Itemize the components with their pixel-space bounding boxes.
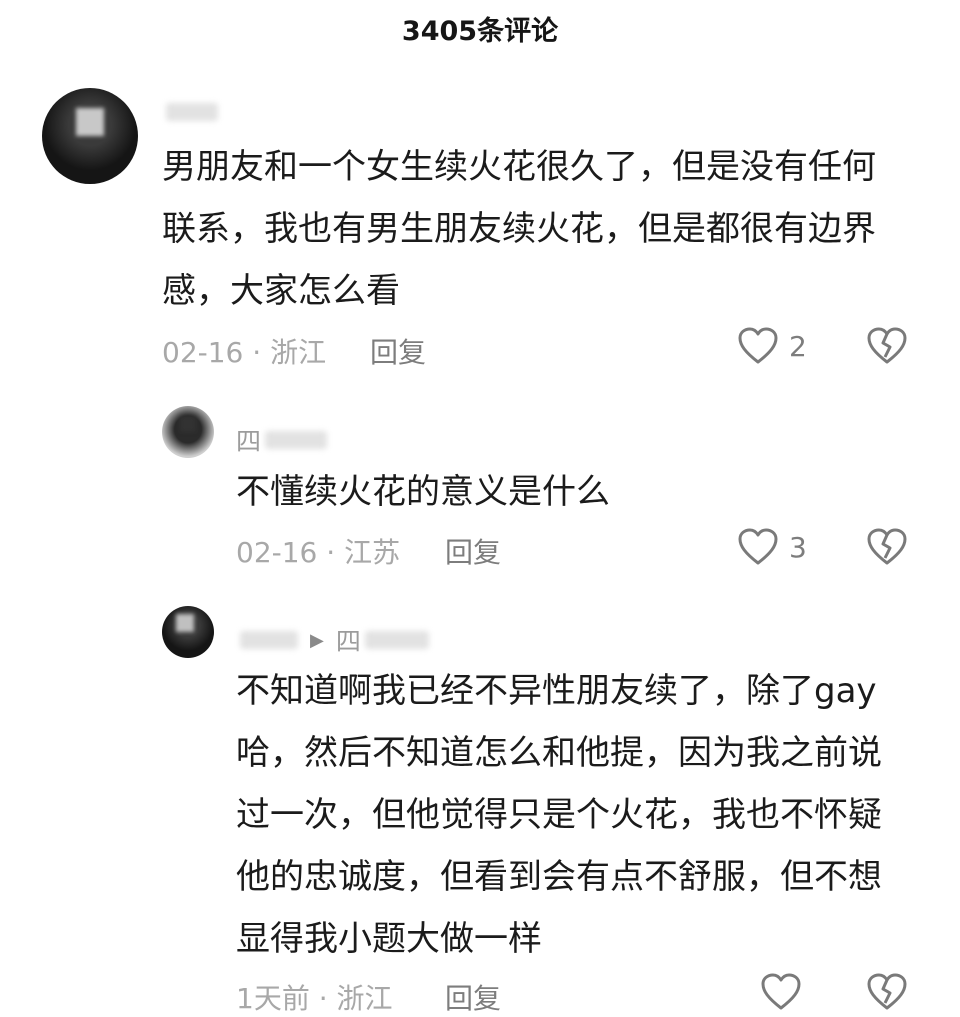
- comment-date: 02-16: [236, 536, 318, 569]
- reply-item: 四 不懂续火花的意义是什么 02-16 · 江苏 回复 3: [0, 400, 960, 600]
- comment-meta: 1天前 · 浙江: [236, 982, 393, 1015]
- username-mask: [166, 103, 218, 121]
- like-button[interactable]: [760, 972, 812, 1012]
- comment-text: 男朋友和一个女生续火花很久了，但是没有任何 联系，我也有男生朋友续火花，但是都很…: [162, 147, 876, 311]
- comment-location: 浙江: [270, 336, 327, 369]
- broken-heart-icon: [867, 528, 907, 565]
- heart-outline-icon: [738, 528, 778, 565]
- heart-outline-icon: [761, 973, 801, 1010]
- username[interactable]: [162, 103, 218, 121]
- avatar[interactable]: [162, 406, 214, 458]
- like-count: 3: [789, 530, 807, 564]
- username[interactable]: ▶ 四: [236, 622, 429, 658]
- broken-heart-icon: [867, 327, 907, 364]
- like-count: 2: [789, 329, 807, 363]
- comment-date: 02-16: [162, 336, 244, 369]
- username-mask: [265, 431, 328, 449]
- comment-location: 江苏: [344, 536, 401, 569]
- dislike-button[interactable]: [866, 972, 908, 1016]
- like-button[interactable]: 2: [737, 326, 807, 366]
- heart-outline-icon: [738, 327, 778, 364]
- reply-arrow-icon: ▶: [310, 629, 324, 651]
- comment-text: 不知道啊我已经不异性朋友续了，除了gay 哈，然后不知道怎么和他提，因为我之前说…: [236, 671, 882, 959]
- broken-heart-icon: [867, 973, 907, 1010]
- reply-item: ▶ 四 不知道啊我已经不异性朋友续了，除了gay 哈，然后不知道怎么和他提，因为…: [0, 600, 960, 1015]
- avatar[interactable]: [42, 88, 138, 184]
- reply-to-username[interactable]: 四: [336, 622, 361, 658]
- comment-location: 浙江: [336, 982, 393, 1015]
- comment-text: 不懂续火花的意义是什么: [236, 472, 610, 512]
- comment-date: 1天前: [236, 982, 310, 1015]
- comment-meta: 02-16 · 浙江: [162, 336, 327, 369]
- comment-item: 男朋友和一个女生续火花很久了，但是没有任何 联系，我也有男生朋友续火花，但是都很…: [0, 0, 960, 400]
- avatar[interactable]: [162, 606, 214, 658]
- dislike-button[interactable]: [866, 527, 908, 571]
- reply-button[interactable]: 回复: [370, 331, 426, 371]
- username[interactable]: 四: [236, 422, 328, 458]
- dislike-button[interactable]: [866, 326, 908, 370]
- comment-meta: 02-16 · 江苏: [236, 536, 401, 569]
- username-mask: [364, 631, 429, 649]
- reply-button[interactable]: 回复: [445, 531, 501, 571]
- username-mask: [240, 631, 298, 649]
- username-text: 四: [236, 427, 262, 456]
- reply-button[interactable]: 回复: [445, 977, 501, 1017]
- like-button[interactable]: 3: [737, 527, 807, 567]
